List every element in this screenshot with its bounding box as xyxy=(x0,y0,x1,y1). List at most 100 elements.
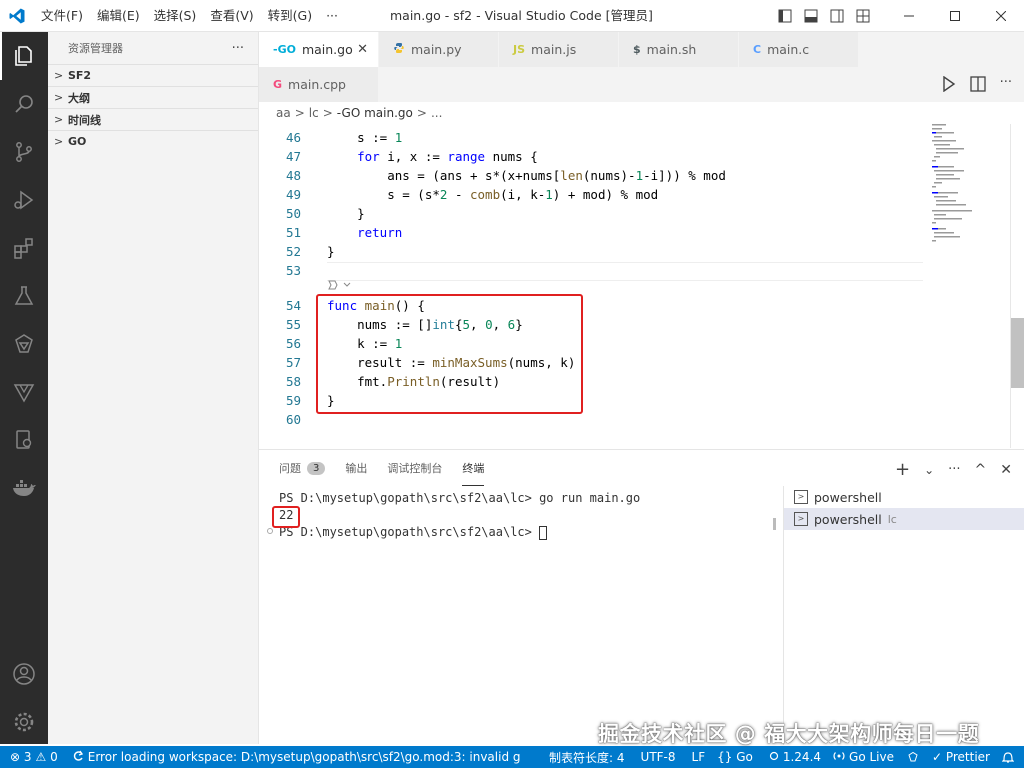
more-panel-actions-icon[interactable]: ··· xyxy=(948,462,960,477)
status-bar-right: 制表符长度: 4 UTF-8 LF {} Go 1.24.4 Go Live ✓… xyxy=(543,746,1024,768)
eol-status[interactable]: LF xyxy=(682,750,712,764)
terminal-scrollbar[interactable] xyxy=(773,518,776,530)
tab-output[interactable]: 输出 xyxy=(345,450,367,486)
account-icon[interactable] xyxy=(0,650,48,698)
shell-file-icon: $ xyxy=(633,43,641,56)
line-number: 58 xyxy=(285,374,301,389)
tab-main-py[interactable]: main.py xyxy=(379,32,499,67)
section-outline[interactable]: > 大纲 xyxy=(48,86,258,108)
workspace-error-status[interactable]: Error loading workspace: D:\mysetup\gopa… xyxy=(64,750,527,765)
tab-label: main.py xyxy=(411,42,462,57)
code-line: 47 for i, x := range nums { xyxy=(259,147,924,166)
python-file-icon xyxy=(393,42,405,57)
maximize-icon[interactable] xyxy=(932,0,978,32)
breadcrumb-item[interactable]: lc xyxy=(309,106,319,120)
section-sf2[interactable]: > SF2 xyxy=(48,64,258,86)
code-text: } xyxy=(327,244,335,259)
menu-selection[interactable]: 选择(S) xyxy=(147,0,204,32)
source-control-icon[interactable] xyxy=(0,128,48,176)
tab-label: 调试控制台 xyxy=(387,462,443,475)
line-number: 49 xyxy=(285,187,301,202)
chevron-right-icon: > xyxy=(54,69,64,82)
close-panel-icon[interactable]: ✕ xyxy=(1000,462,1012,478)
explorer-icon[interactable] xyxy=(0,32,48,80)
vscode-logo-icon xyxy=(0,0,34,32)
terminal-item[interactable]: > powershell xyxy=(784,486,1024,508)
tab-label: 终端 xyxy=(462,461,485,475)
sidebar-more-button[interactable]: ··· xyxy=(232,41,244,56)
menu-file[interactable]: 文件(F) xyxy=(34,0,90,32)
tab-size-status[interactable]: 制表符长度: 4 xyxy=(543,749,631,766)
language-status[interactable]: {} Go xyxy=(711,750,759,764)
customize-layout-icon[interactable] xyxy=(854,7,872,25)
terminal-line: PS D:\mysetup\gopath\src\sf2\aa\lc> go r… xyxy=(279,491,641,505)
tab-main-cpp[interactable]: G main.cpp xyxy=(259,67,379,102)
tab-terminal[interactable]: 终端 xyxy=(462,450,485,486)
tab-main-sh[interactable]: $ main.sh xyxy=(619,32,739,67)
tab-main-c[interactable]: C main.c xyxy=(739,32,859,67)
close-tab-icon[interactable]: ✕ xyxy=(357,42,368,57)
remote-explorer-icon[interactable] xyxy=(0,416,48,464)
menu-view[interactable]: 查看(V) xyxy=(203,0,260,32)
terminal-item[interactable]: > powershell lc xyxy=(784,508,1024,530)
annotation-box-main xyxy=(316,294,583,414)
run-file-icon[interactable] xyxy=(942,75,956,96)
breadcrumb-item[interactable]: aa xyxy=(276,106,291,120)
docker-icon[interactable] xyxy=(0,464,48,512)
settings-icon[interactable] xyxy=(0,698,48,746)
notifications-icon[interactable] xyxy=(996,751,1024,764)
section-go[interactable]: > GO xyxy=(48,130,258,152)
terminal-output[interactable]: PS D:\mysetup\gopath\src\sf2\aa\lc> go r… xyxy=(259,486,779,745)
more-actions-icon[interactable]: ··· xyxy=(1000,76,1012,96)
terminal-dropdown-icon[interactable]: ⌄ xyxy=(924,463,934,477)
terminal-cwd: lc xyxy=(887,512,897,526)
code-line: 48 ans = (ans + s*(x+nums[len(nums)-1-i]… xyxy=(259,166,924,185)
testing-icon[interactable] xyxy=(0,272,48,320)
prettier-status[interactable]: ✓ Prettier xyxy=(926,750,996,764)
toggle-secondary-sidebar-icon[interactable] xyxy=(828,7,846,25)
goland-status-icon[interactable] xyxy=(900,751,926,763)
terminal-name: powershell xyxy=(814,511,882,527)
line-number: 57 xyxy=(285,355,301,370)
encoding-status[interactable]: UTF-8 xyxy=(631,750,682,764)
editor-scrollbar[interactable] xyxy=(1011,318,1024,388)
split-editor-icon[interactable] xyxy=(969,76,986,96)
go-live-status[interactable]: Go Live xyxy=(827,750,900,765)
breadcrumb-item[interactable]: -GO main.go xyxy=(337,106,413,120)
code-text: ans = (ans + s*(x+nums[len(nums)-1-i])) … xyxy=(327,168,726,183)
run-debug-icon[interactable] xyxy=(0,176,48,224)
tab-problems[interactable]: 问题 3 xyxy=(279,450,326,486)
error-count: ⊗ 3 xyxy=(10,750,32,764)
problems-status[interactable]: ⊗ 3 ⚠ 0 xyxy=(0,750,64,764)
close-window-icon[interactable] xyxy=(978,0,1024,32)
maximize-panel-icon[interactable]: ^ xyxy=(975,462,987,478)
code-editor[interactable]: 46 s := 1 47 for i, x := range nums {48 a… xyxy=(259,124,1024,448)
search-icon[interactable] xyxy=(0,80,48,128)
minimap[interactable] xyxy=(924,124,1009,448)
tab-main-go[interactable]: -GO main.go ✕ xyxy=(259,32,379,67)
menu-more[interactable]: ··· xyxy=(319,0,345,32)
tab-main-js[interactable]: JS main.js xyxy=(499,32,619,67)
toggle-sidebar-icon[interactable] xyxy=(776,7,794,25)
cpp-file-icon: G xyxy=(273,78,283,91)
tab-debug-console[interactable]: 调试控制台 xyxy=(387,450,442,486)
codelens-icon[interactable] xyxy=(327,279,353,294)
menu-edit[interactable]: 编辑(E) xyxy=(90,0,147,32)
vue-icon[interactable] xyxy=(0,368,48,416)
goland-icon[interactable] xyxy=(0,320,48,368)
sync-icon xyxy=(72,750,84,765)
section-timeline[interactable]: > 时间线 xyxy=(48,108,258,130)
terminal-list: > powershell > powershell lc xyxy=(783,486,1024,745)
toggle-panel-icon[interactable] xyxy=(802,7,820,25)
extensions-icon[interactable] xyxy=(0,224,48,272)
tab-label: 问题 xyxy=(279,462,301,475)
code-line: 53 xyxy=(259,261,924,280)
minimize-icon[interactable] xyxy=(886,0,932,32)
warning-count: ⚠ 0 xyxy=(35,750,58,764)
breadcrumb-item[interactable]: ... xyxy=(431,106,442,120)
menu-go[interactable]: 转到(G) xyxy=(261,0,319,32)
go-file-icon: -GO xyxy=(273,43,296,56)
go-version-status[interactable]: 1.24.4 xyxy=(759,750,827,764)
new-terminal-icon[interactable]: + xyxy=(895,459,910,480)
breadcrumb: aa > lc > -GO main.go > ... xyxy=(259,102,1024,124)
